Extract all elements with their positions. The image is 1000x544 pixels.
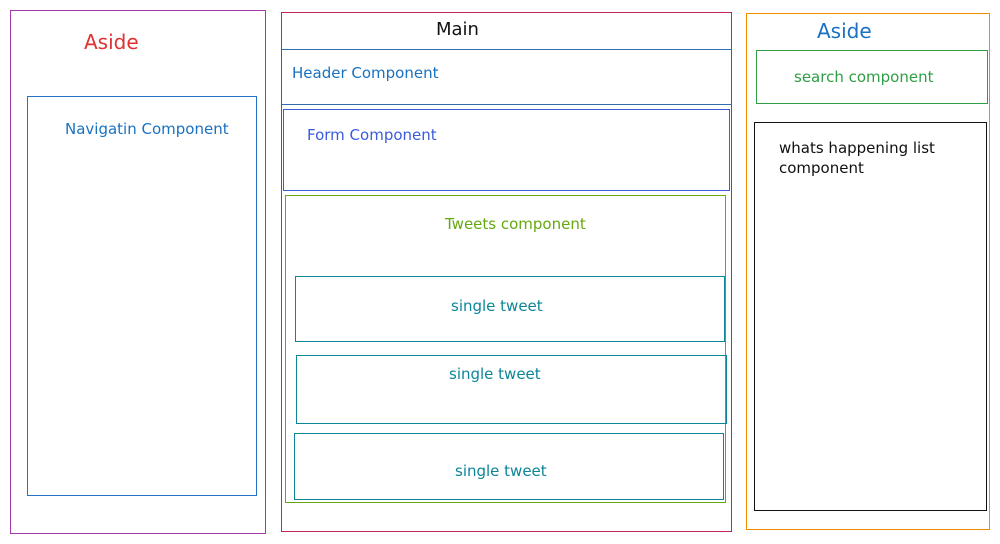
header-component-label: Header Component	[292, 64, 439, 82]
search-component-label: search component	[794, 68, 934, 86]
whats-happening-list-box	[754, 122, 987, 511]
navigation-component-box	[27, 96, 257, 496]
left-aside-title: Aside	[84, 30, 139, 54]
single-tweet-label: single tweet	[455, 462, 547, 480]
whats-happening-label-line1: whats happening list	[779, 139, 935, 157]
wireframe-canvas: Aside Navigatin Component Main Header Co…	[0, 0, 1000, 544]
tweets-component-label: Tweets component	[445, 215, 586, 233]
single-tweet-label: single tweet	[449, 365, 541, 383]
whats-happening-label-line2: component	[779, 159, 864, 177]
navigation-component-label: Navigatin Component	[65, 120, 229, 138]
form-component-box	[283, 109, 730, 191]
form-component-label: Form Component	[307, 126, 437, 144]
single-tweet-label: single tweet	[451, 297, 543, 315]
main-title: Main	[436, 19, 479, 40]
right-aside-title: Aside	[817, 19, 872, 43]
